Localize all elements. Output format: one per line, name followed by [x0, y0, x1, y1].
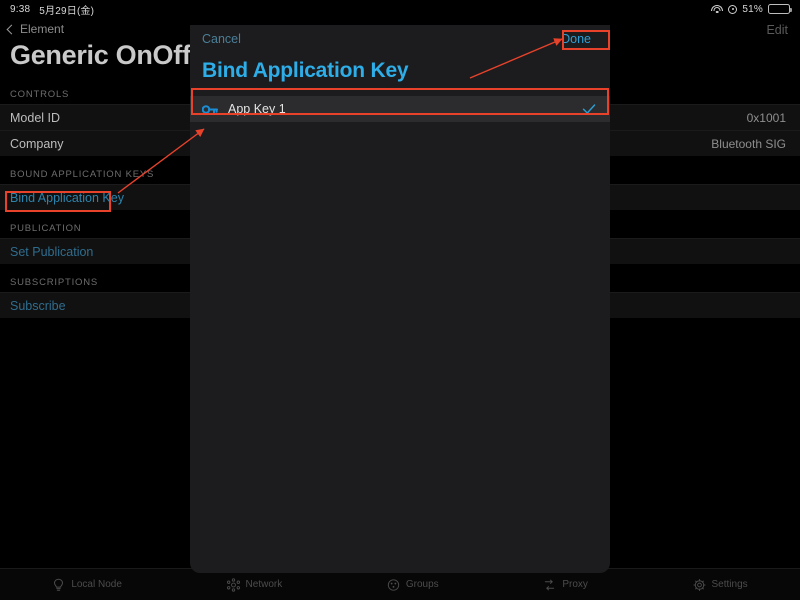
battery-icon	[768, 4, 792, 14]
tab-network[interactable]: Network	[226, 577, 283, 592]
key-icon	[202, 104, 220, 115]
back-button-label: Element	[20, 22, 65, 36]
tab-settings[interactable]: Settings	[692, 578, 748, 592]
status-date: 5月29日(金)	[39, 5, 95, 17]
sheet-title: Bind Application Key	[202, 59, 409, 82]
cancel-button[interactable]: Cancel	[202, 32, 241, 46]
screen: 9:38 5月29日(金) 51% Element Edit Generic O…	[0, 0, 800, 600]
checkmark-icon	[582, 103, 596, 115]
tab-proxy[interactable]: Proxy	[543, 578, 588, 592]
list-item-label: App Key 1	[228, 102, 286, 116]
wifi-icon	[711, 4, 724, 14]
row-value: 0x1001	[746, 110, 786, 125]
tab-local-node[interactable]: Local Node	[52, 578, 122, 592]
mesh-network-icon	[226, 577, 240, 592]
groups-icon	[387, 578, 400, 591]
proxy-icon	[545, 579, 555, 590]
row-label: Model ID	[10, 110, 61, 125]
list-item-app-key[interactable]: App Key 1	[190, 96, 610, 122]
back-button[interactable]: Element	[6, 22, 65, 36]
location-icon	[728, 4, 738, 14]
edit-button[interactable]: Edit	[766, 23, 788, 37]
tab-label: Settings	[711, 579, 748, 590]
row-label: Set Publication	[10, 244, 94, 259]
gear-icon	[692, 578, 706, 591]
tab-label: Proxy	[562, 579, 588, 590]
status-bar-left: 9:38 5月29日(金)	[10, 2, 94, 17]
tab-label: Network	[245, 579, 283, 590]
status-bar-right: 51%	[711, 3, 792, 15]
tab-label: Local Node	[71, 579, 122, 590]
row-value: Bluetooth SIG	[711, 136, 786, 151]
tab-groups[interactable]: Groups	[387, 578, 439, 592]
battery-percent: 51%	[742, 3, 763, 15]
bind-application-key-sheet: Cancel Done Bind Application Key App Key…	[190, 25, 610, 573]
lightbulb-icon	[54, 578, 64, 591]
done-button[interactable]: Done	[561, 32, 591, 46]
status-time: 9:38	[10, 3, 31, 15]
row-label: Company	[10, 136, 64, 151]
chevron-left-icon	[6, 24, 17, 34]
tab-label: Groups	[405, 579, 439, 590]
row-label: Subscribe	[10, 298, 66, 313]
sheet-toolbar: Cancel Done	[190, 25, 610, 53]
row-label: Bind Application Key	[10, 190, 124, 205]
status-bar: 9:38 5月29日(金) 51%	[0, 0, 800, 18]
